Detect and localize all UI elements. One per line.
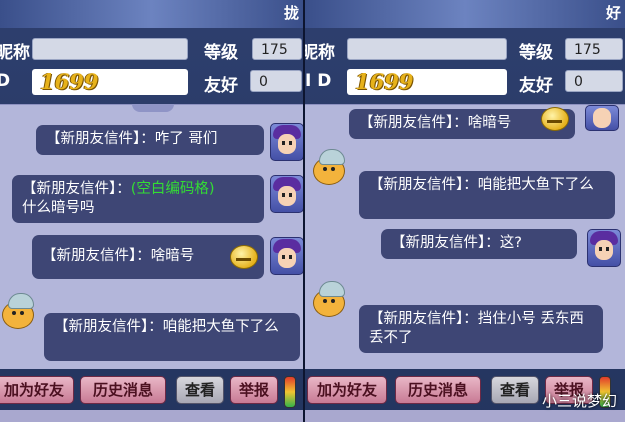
chat-window-right: 好 昵称 等级 175 I D 1699 友好 0 【新朋友信件】：啥暗号 【新… xyxy=(305,0,625,422)
history-button[interactable]: 历史消息 xyxy=(80,376,166,404)
report-button[interactable]: 举报 xyxy=(230,376,278,404)
nickname-label: 昵称 xyxy=(305,43,335,63)
bottom-strip xyxy=(305,410,625,422)
title-bar: 好 xyxy=(305,0,625,28)
id-label: I D xyxy=(305,71,332,91)
friendship-field: 0 xyxy=(565,70,623,92)
id-field: 1699 xyxy=(347,69,507,95)
id-field: 1699 xyxy=(32,69,188,95)
hero-avatar-icon xyxy=(585,105,619,131)
add-friend-button[interactable]: 加为好友 xyxy=(0,376,74,404)
hero-avatar-icon xyxy=(587,229,621,267)
message-area[interactable]: 【新朋友信件】：啥暗号 【新朋友信件】：咱能把大鱼下了么 【新朋友信件】：这? … xyxy=(305,104,625,369)
pet-avatar-icon xyxy=(0,293,36,329)
message-bubble: 【新朋友信件】：咱能把大鱼下了么 xyxy=(44,313,300,361)
hero-avatar-icon xyxy=(270,237,303,275)
sweat-emoji-icon xyxy=(541,107,569,131)
history-button[interactable]: 历史消息 xyxy=(395,376,481,404)
add-friend-button[interactable]: 加为好友 xyxy=(307,376,387,404)
pet-avatar-icon xyxy=(311,149,347,185)
view-button[interactable]: 查看 xyxy=(491,376,539,404)
chat-window-left: 拢 昵称 等级 175 D 1699 友好 0 【新朋友信件】：咋了 哥们 【新… xyxy=(0,0,303,422)
message-bubble: 【新朋友信件】：挡住小号 丢东西丢不了 xyxy=(359,305,603,353)
title-fragment: 拢 xyxy=(283,4,299,22)
watermark: 小三说梦幻 xyxy=(541,392,617,410)
view-button[interactable]: 查看 xyxy=(176,376,224,404)
sweat-emoji-icon xyxy=(230,245,258,269)
nickname-field xyxy=(347,38,507,60)
message-bubble: 【新朋友信件】：咋了 哥们 xyxy=(36,125,264,155)
nickname-label: 昵称 xyxy=(0,43,30,63)
nickname-field xyxy=(32,38,188,60)
message-bubble: 【新朋友信件】：(空白编码格) 什么暗号吗 xyxy=(12,175,264,223)
hero-avatar-icon xyxy=(270,175,303,213)
friendship-label: 友好 xyxy=(519,76,553,96)
friendship-label: 友好 xyxy=(204,76,238,96)
id-label: D xyxy=(0,71,11,91)
message-bubble: 【新朋友信件】：咱能把大鱼下了么 xyxy=(359,171,615,219)
status-indicator-icon xyxy=(284,376,296,408)
title-fragment: 好 xyxy=(605,4,621,22)
level-label: 等级 xyxy=(519,43,553,63)
level-field: 175 xyxy=(252,38,302,60)
level-label: 等级 xyxy=(204,43,238,63)
scroll-handle[interactable] xyxy=(132,104,174,112)
friendship-field: 0 xyxy=(250,70,302,92)
level-field: 175 xyxy=(565,38,623,60)
message-area[interactable]: 【新朋友信件】：咋了 哥们 【新朋友信件】：(空白编码格) 什么暗号吗 【新朋友信… xyxy=(0,104,303,369)
message-bubble: 【新朋友信件】：这? xyxy=(381,229,577,259)
title-bar: 拢 xyxy=(0,0,303,28)
hero-avatar-icon xyxy=(270,123,303,161)
pet-avatar-icon xyxy=(311,281,347,317)
bottom-strip xyxy=(0,410,303,422)
